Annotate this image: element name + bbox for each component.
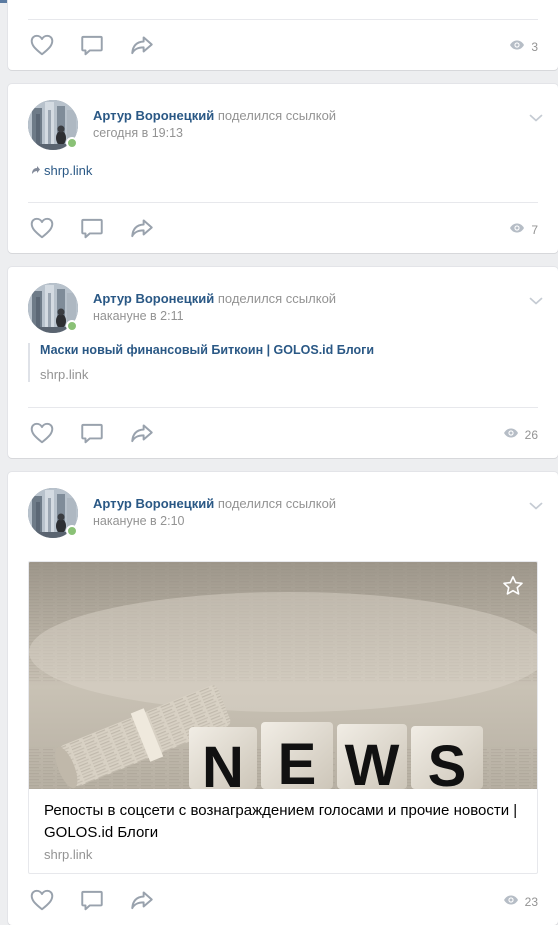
- snippet-host: shrp.link: [44, 847, 93, 862]
- online-indicator: [66, 525, 78, 537]
- eye-icon: [503, 425, 519, 444]
- shared-link[interactable]: shrp.link: [30, 163, 92, 178]
- star-icon[interactable]: [501, 574, 525, 598]
- heart-icon: [29, 420, 55, 446]
- heart-icon: [29, 887, 55, 913]
- comment-button[interactable]: [78, 214, 106, 242]
- comment-icon: [79, 420, 105, 446]
- views-count: 26: [524, 427, 538, 442]
- image-letter: E: [278, 732, 317, 789]
- link-text: shrp.link: [44, 163, 93, 178]
- post-divider: [28, 202, 538, 203]
- post-card: Артур Воронецкий поделился ссылкой накан…: [8, 472, 558, 925]
- views-count: 23: [524, 894, 538, 909]
- author-name[interactable]: Артур Воронецкий: [93, 291, 214, 306]
- like-button[interactable]: [28, 31, 56, 59]
- online-indicator: [66, 137, 78, 149]
- comment-button[interactable]: [78, 419, 106, 447]
- post-card: Артур Воронецкий поделился ссылкой накан…: [8, 267, 558, 458]
- post-divider: [28, 19, 538, 20]
- post-actions: 26: [28, 419, 538, 447]
- share-icon: [129, 887, 155, 913]
- heart-icon: [29, 215, 55, 241]
- eye-icon: [509, 220, 525, 239]
- post-author-line: Артур Воронецкий поделился ссылкой: [93, 496, 336, 511]
- image-letter: N: [202, 735, 244, 789]
- share-button[interactable]: [128, 31, 156, 59]
- comment-icon: [79, 887, 105, 913]
- heart-icon: [29, 32, 55, 58]
- post-actions: 7: [28, 214, 538, 242]
- post-date[interactable]: накануне в 2:11: [93, 309, 184, 323]
- views-count: 3: [531, 39, 538, 54]
- snippet-image: N E W S: [29, 562, 537, 789]
- like-button[interactable]: [28, 214, 56, 242]
- views-counter: 7: [509, 220, 538, 239]
- post-date[interactable]: накануне в 2:10: [93, 514, 184, 528]
- chevron-down-icon[interactable]: [528, 293, 544, 309]
- post-divider: [28, 407, 538, 408]
- link-quote: Маски новый финансовый Биткоин | GOLOS.i…: [28, 343, 538, 382]
- comment-icon: [79, 215, 105, 241]
- image-letter: W: [345, 733, 400, 789]
- post-author-line: Артур Воронецкий поделился ссылкой: [93, 108, 336, 123]
- author-name[interactable]: Артур Воронецкий: [93, 108, 214, 123]
- chevron-down-icon[interactable]: [528, 110, 544, 126]
- views-counter: 3: [509, 37, 538, 56]
- eye-icon: [509, 37, 525, 56]
- comment-icon: [79, 32, 105, 58]
- share-button[interactable]: [128, 214, 156, 242]
- link-title[interactable]: Маски новый финансовый Биткоин | GOLOS.i…: [40, 343, 538, 357]
- share-icon: [129, 420, 155, 446]
- share-button[interactable]: [128, 419, 156, 447]
- post-actions: 23: [28, 886, 538, 914]
- link-arrow-icon: [30, 163, 40, 178]
- share-button[interactable]: [128, 886, 156, 914]
- link-snippet[interactable]: N E W S Репосты в соцсети с вознагражден…: [28, 561, 538, 874]
- snippet-title: Репосты в соцсети с вознаграждением голо…: [44, 802, 518, 841]
- post-action-text: поделился ссылкой: [217, 108, 337, 123]
- post-actions: 3: [28, 31, 538, 59]
- like-button[interactable]: [28, 419, 56, 447]
- chevron-down-icon[interactable]: [528, 498, 544, 514]
- views-counter: 26: [503, 425, 538, 444]
- link-host: shrp.link: [40, 367, 89, 382]
- post-action-text: поделился ссылкой: [217, 291, 337, 306]
- author-name[interactable]: Артур Воронецкий: [93, 496, 214, 511]
- post-card: Артур Воронецкий поделился ссылкой сегод…: [8, 84, 558, 253]
- post-date[interactable]: сегодня в 19:13: [93, 126, 183, 140]
- views-count: 7: [531, 222, 538, 237]
- views-counter: 23: [503, 892, 538, 911]
- image-letter: S: [428, 734, 467, 789]
- post-author-line: Артур Воронецкий поделился ссылкой: [93, 291, 336, 306]
- comment-button[interactable]: [78, 31, 106, 59]
- like-button[interactable]: [28, 886, 56, 914]
- post-card: 3: [8, 0, 558, 70]
- online-indicator: [66, 320, 78, 332]
- share-icon: [129, 215, 155, 241]
- post-action-text: поделился ссылкой: [217, 496, 337, 511]
- eye-icon: [503, 892, 519, 911]
- comment-button[interactable]: [78, 886, 106, 914]
- share-icon: [129, 32, 155, 58]
